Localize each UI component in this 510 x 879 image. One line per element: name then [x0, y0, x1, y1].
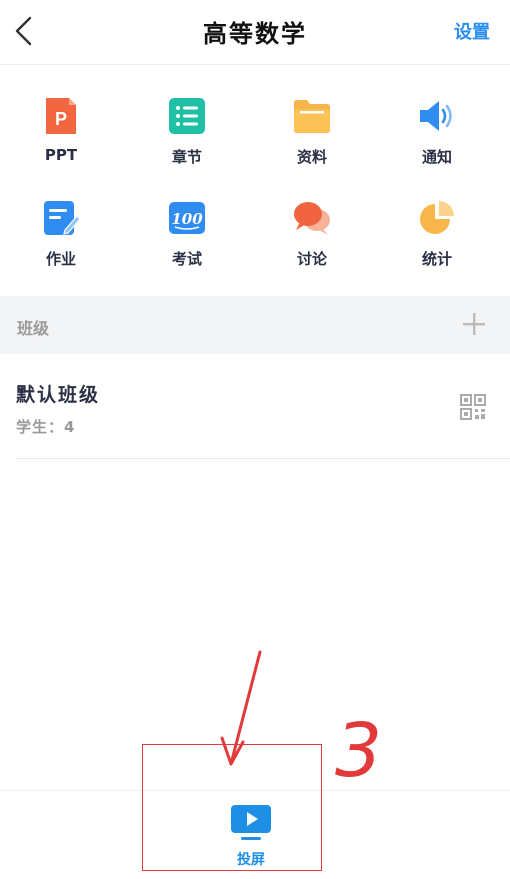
bottom-bar: 投屏 [0, 790, 510, 879]
grid-item-label: 章节 [171, 148, 202, 166]
qr-code-icon[interactable] [460, 394, 486, 420]
grid-item-ppt[interactable]: P PPT [11, 96, 111, 186]
annotation-arrow [230, 650, 262, 762]
cast-screen-button[interactable]: 投屏 [215, 801, 287, 871]
annotation-arrow-head [220, 736, 245, 766]
grid-item-label: 资料 [296, 148, 327, 166]
speaker-icon [420, 101, 452, 131]
grid-item-label: PPT [44, 146, 78, 164]
ppt-icon: P [46, 98, 76, 134]
grid-item-discussion[interactable]: 讨论 [262, 198, 362, 288]
annotation-number: 3 [335, 708, 382, 794]
grid-item-materials[interactable]: 资料 [262, 96, 362, 186]
grid-item-chapters[interactable]: 章节 [137, 96, 237, 186]
svg-text:P: P [55, 109, 67, 129]
settings-button[interactable]: 设置 [454, 18, 490, 44]
page-title: 高等数学 [203, 19, 307, 48]
projector-screen-icon [231, 805, 271, 840]
grid-item-label: 讨论 [296, 250, 327, 268]
list-icon [169, 98, 205, 134]
grid-item-exam[interactable]: 100 考试 [137, 198, 237, 288]
grid-item-label: 作业 [45, 250, 76, 268]
class-section-header: 班级 [0, 296, 510, 354]
folder-icon [294, 100, 330, 133]
class-list-item[interactable]: 默认班级 学生：4 [16, 354, 510, 459]
chat-bubbles-icon [294, 202, 330, 235]
grid-item-homework[interactable]: 作业 [11, 198, 111, 288]
grid-item-notice[interactable]: 通知 [387, 96, 487, 186]
header-bar: 高等数学 设置 [0, 0, 510, 65]
grid-item-label: 统计 [421, 250, 452, 268]
grid-item-label: 通知 [421, 148, 452, 166]
homework-icon [44, 201, 81, 235]
class-name: 默认班级 [16, 384, 101, 406]
exam-100-icon: 100 [169, 202, 205, 234]
svg-text:100: 100 [171, 210, 203, 228]
grid-item-label: 考试 [171, 250, 202, 268]
student-count: 学生：4 [16, 418, 76, 436]
add-class-icon[interactable] [462, 312, 486, 336]
cast-label: 投屏 [237, 852, 265, 868]
pie-chart-icon [420, 201, 454, 234]
grid-item-statistics[interactable]: 统计 [387, 198, 487, 288]
section-title: 班级 [17, 319, 50, 338]
